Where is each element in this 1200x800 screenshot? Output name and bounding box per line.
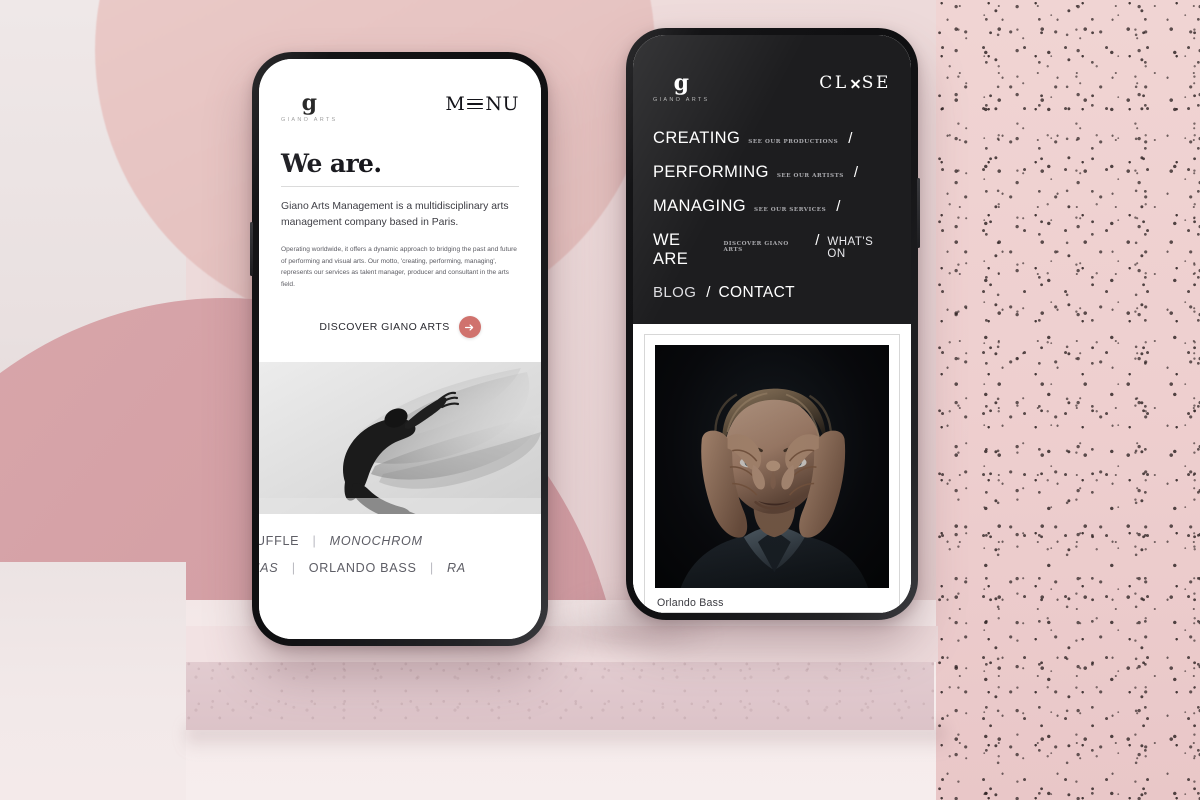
website-homepage: g GIANO ARTS M NU We are. Giano Arts Man… bbox=[259, 59, 541, 639]
terrazzo-panel bbox=[936, 0, 1200, 800]
featured-artist-caption: Orlando Bass bbox=[657, 596, 724, 609]
nav-slash: / bbox=[836, 197, 841, 215]
phone-side-button[interactable] bbox=[917, 178, 920, 248]
nav-item-blog-contact[interactable]: BLOG / CONTACT bbox=[653, 284, 891, 302]
logo[interactable]: g GIANO ARTS bbox=[281, 90, 338, 123]
nav-sublabel: SEE OUR ARTISTS bbox=[776, 172, 844, 179]
nav-item-whats-on[interactable]: WHAT'S ON bbox=[827, 236, 891, 260]
nav-slash: / bbox=[853, 163, 859, 181]
nav-item-we-are[interactable]: WE ARE DISCOVER GIANO ARTS / WHAT'S ON bbox=[653, 231, 891, 269]
navigation-panel: g GIANO ARTS CL SE CREATING SEE OUR PROD… bbox=[633, 35, 911, 324]
logo-mark-icon: g bbox=[301, 90, 317, 116]
marquee-separator: | bbox=[429, 560, 434, 575]
nav-sublabel: SEE OUR SERVICES bbox=[754, 206, 827, 213]
nav-slash: / bbox=[848, 129, 853, 147]
close-label-before: CL bbox=[819, 73, 849, 93]
featured-artist-section: Orlando Bass bbox=[633, 323, 911, 613]
nav-item-performing[interactable]: PERFORMING SEE OUR ARTISTS / bbox=[653, 163, 891, 182]
phone-screen-left: g GIANO ARTS M NU We are. Giano Arts Man… bbox=[259, 59, 541, 639]
close-x-icon bbox=[850, 78, 861, 89]
marquee-item: ORLANDO BASS bbox=[308, 560, 417, 575]
navigation-header: g GIANO ARTS CL SE bbox=[653, 70, 891, 103]
nav-slash: / bbox=[815, 231, 820, 249]
marquee-row-1[interactable]: APHIE DU SOUFFLE | MONOCHROM bbox=[259, 528, 541, 555]
site-header: g GIANO ARTS M NU bbox=[259, 59, 541, 123]
nav-item-creating[interactable]: CREATING SEE OUR PRODUCTIONS / bbox=[653, 129, 891, 148]
arrow-right-icon bbox=[458, 316, 481, 339]
nav-label: PERFORMING bbox=[653, 162, 769, 181]
phone-side-button[interactable] bbox=[250, 222, 253, 276]
intro-lead-text: Giano Arts Management is a multidiscipli… bbox=[281, 200, 509, 229]
mockup-scene: g GIANO ARTS M NU We are. Giano Arts Man… bbox=[0, 0, 1200, 800]
logo-mark-icon: g bbox=[673, 70, 689, 96]
discover-cta[interactable]: DISCOVER GIANO ARTS bbox=[259, 290, 541, 362]
floor-left-surface bbox=[0, 562, 186, 800]
phone-screen-right: g GIANO ARTS CL SE CREATING SEE OUR PROD… bbox=[633, 35, 911, 613]
marquee-item: ANCK MAS bbox=[259, 560, 279, 575]
nav-sublabel: DISCOVER GIANO ARTS bbox=[723, 240, 789, 253]
nav-label: MANAGING bbox=[653, 196, 747, 215]
nav-label: WE ARE bbox=[653, 230, 689, 268]
hero-image-dancer bbox=[259, 362, 541, 515]
nav-slash: / bbox=[706, 283, 711, 301]
nav-label: CREATING bbox=[653, 128, 741, 147]
artist-marquee: APHIE DU SOUFFLE | MONOCHROM ANCK MAS | … bbox=[259, 514, 541, 581]
phone-device-left: g GIANO ARTS M NU We are. Giano Arts Man… bbox=[250, 52, 548, 646]
hamburger-icon bbox=[467, 98, 484, 110]
nav-item-managing[interactable]: MANAGING SEE OUR SERVICES / bbox=[653, 197, 891, 216]
close-label-after: SE bbox=[861, 73, 891, 93]
marquee-row-2[interactable]: ANCK MAS | ORLANDO BASS | RA bbox=[259, 555, 541, 582]
phone-device-right: g GIANO ARTS CL SE CREATING SEE OUR PROD… bbox=[626, 28, 920, 620]
featured-artist-photo bbox=[655, 344, 889, 588]
marquee-item: RA bbox=[446, 560, 466, 575]
marquee-separator: | bbox=[312, 534, 317, 549]
menu-button[interactable]: M NU bbox=[445, 93, 519, 115]
nav-item-blog[interactable]: BLOG bbox=[653, 284, 696, 301]
marquee-separator: | bbox=[291, 560, 296, 575]
pedestal-front-face bbox=[186, 658, 934, 730]
page-title: We are. bbox=[281, 148, 382, 178]
logo[interactable]: g GIANO ARTS bbox=[653, 70, 710, 103]
discover-cta-label: DISCOVER GIANO ARTS bbox=[319, 321, 450, 334]
marquee-item: MONOCHROM bbox=[329, 534, 423, 549]
menu-label-after: NU bbox=[485, 93, 519, 115]
marquee-item: APHIE DU SOUFFLE bbox=[259, 534, 300, 549]
nav-item-contact[interactable]: CONTACT bbox=[718, 284, 795, 302]
intro-body-text: Operating worldwide, it offers a dynamic… bbox=[281, 246, 517, 288]
featured-card[interactable]: Orlando Bass bbox=[644, 333, 900, 613]
menu-label-before: M bbox=[445, 93, 466, 115]
close-button[interactable]: CL SE bbox=[819, 73, 891, 93]
website-menu-overlay: g GIANO ARTS CL SE CREATING SEE OUR PROD… bbox=[633, 35, 911, 613]
nav-sublabel: SEE OUR PRODUCTIONS bbox=[748, 138, 839, 145]
logo-wordmark: GIANO ARTS bbox=[653, 96, 710, 103]
